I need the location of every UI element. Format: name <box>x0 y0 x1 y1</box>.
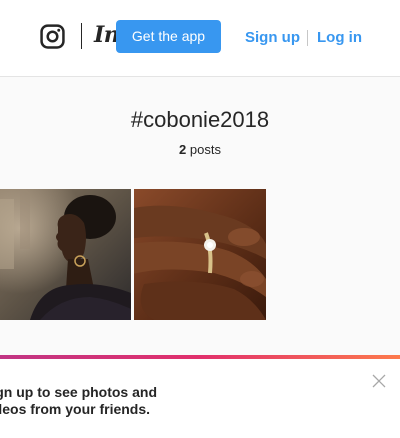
post-count-number: 2 <box>179 142 187 157</box>
signup-prompt-text: Sign up to see photos and videos from yo… <box>0 384 222 418</box>
post-thumbnail-2[interactable] <box>134 189 266 320</box>
top-navigation-bar: Instagram Get the app Sign up Log in <box>0 0 400 77</box>
signup-prompt-line-2: videos from your friends. <box>0 401 151 417</box>
woman-profile-photo <box>0 189 131 320</box>
log-in-link[interactable]: Log in <box>317 29 362 46</box>
sign-up-link[interactable]: Sign up <box>245 29 300 46</box>
instagram-camera-icon[interactable] <box>40 24 65 49</box>
auth-divider <box>307 30 308 46</box>
signup-prompt-line-1: Sign up to see photos and <box>0 384 157 400</box>
logo-divider <box>81 23 82 49</box>
get-the-app-button[interactable]: Get the app <box>116 20 221 53</box>
engagement-ring-photo <box>134 189 266 320</box>
post-count: 2 posts <box>0 142 400 157</box>
post-count-unit: posts <box>189 142 221 157</box>
post-thumbnail-1[interactable] <box>0 189 131 320</box>
banner-gradient-strip <box>0 355 400 359</box>
signup-banner: Sign up to see photos and videos from yo… <box>0 355 400 438</box>
close-icon[interactable] <box>372 374 386 388</box>
hashtag-title: #cobonie2018 <box>130 107 270 132</box>
